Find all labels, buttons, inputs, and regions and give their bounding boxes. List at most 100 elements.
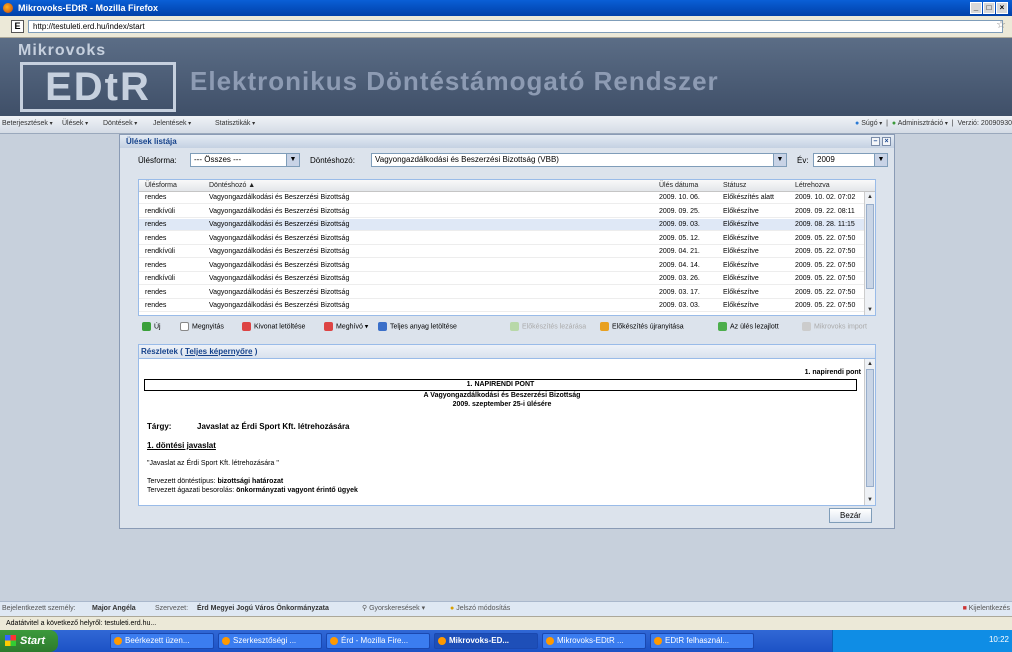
meeting-date: 2009. szeptember 25-i ülésére: [452, 401, 552, 408]
grid-scroll-thumb[interactable]: [866, 204, 874, 289]
grid-toolbar: Új Megnyitás Kivonat letöltése Meghívó ▾…: [138, 318, 876, 336]
restart-prep-button[interactable]: Előkészítés újranyitása: [600, 322, 684, 331]
main-menu: Beterjesztések Ülések Döntések Jelentése…: [0, 116, 1012, 134]
close-prep-button[interactable]: Előkészítés lezárása: [510, 322, 586, 331]
category-label: Tervezett ágazati besorolás:: [147, 487, 235, 494]
table-cell: 2009. 04. 21.: [659, 248, 700, 255]
scroll-up-icon[interactable]: ▲: [866, 360, 874, 368]
open-button[interactable]: Megnyitás: [180, 322, 224, 331]
table-cell: 2009. 05. 22. 07:50: [795, 302, 856, 309]
table-cell: Vagyongazdálkodási és Beszerzési Bizotts…: [209, 194, 350, 201]
invite-button-label: Meghívó: [336, 323, 363, 331]
col-header-date[interactable]: Ülés dátuma: [659, 182, 698, 189]
quicksearch-label: Gyorskeresések: [369, 605, 420, 612]
logout-link[interactable]: ■ Kijelentkezés: [963, 602, 1010, 616]
decision-type-line: Tervezett döntéstípus: bizottsági határo…: [147, 478, 283, 485]
proposal-heading: 1. döntési javaslat: [147, 441, 216, 450]
table-row[interactable]: rendes Vagyongazdálkodási és Beszerzési B…: [139, 233, 865, 245]
url-input[interactable]: http://testuleti.erd.hu/index/start: [28, 20, 1003, 33]
details-scrollbar[interactable]: ▲ ▼: [864, 359, 875, 505]
menu-ulesek[interactable]: Ülések: [62, 120, 88, 127]
import-button[interactable]: Mikrovoks import: [802, 322, 867, 331]
table-row[interactable]: rendes Vagyongazdálkodási és Beszerzési B…: [139, 260, 865, 272]
task-button-3[interactable]: Érd - Mozilla Fire...: [326, 633, 430, 649]
browser-status-bar: Adatátvitel a következő helyről: testule…: [0, 616, 1012, 630]
logout-label: Kijelentkezés: [968, 605, 1010, 612]
table-cell: 2009. 05. 22. 07:50: [795, 275, 856, 282]
panel-close-icon[interactable]: ×: [882, 137, 891, 146]
table-cell: 2009. 03. 03.: [659, 302, 700, 309]
close-window-button[interactable]: ×: [996, 2, 1008, 14]
col-header-created[interactable]: Létrehozva: [795, 182, 830, 189]
panel-minimize-icon[interactable]: –: [871, 137, 880, 146]
table-row[interactable]: rendkívüli Vagyongazdálkodási és Beszerzé…: [139, 273, 865, 285]
invite-button[interactable]: Meghívó ▾: [324, 322, 368, 331]
app-icon: [222, 637, 230, 645]
scroll-up-icon[interactable]: ▲: [866, 193, 874, 201]
year-select[interactable]: 2009 ▼: [813, 153, 888, 167]
agenda-box: 1. NAPIRENDI PONT: [144, 379, 857, 391]
start-button[interactable]: Start: [0, 630, 58, 652]
table-cell: Előkészítve: [723, 261, 759, 269]
check-icon: [510, 322, 519, 331]
menu-beterjesztesek[interactable]: Beterjesztések: [2, 120, 53, 127]
maximize-button[interactable]: □: [983, 2, 995, 14]
restart-prep-label: Előkészítés újranyitása: [612, 323, 684, 331]
decider-select[interactable]: Vagyongazdálkodási és Beszerzési Bizotts…: [371, 153, 787, 167]
excerpt-button[interactable]: Kivonat letöltése: [242, 322, 305, 331]
fullscreen-link[interactable]: Teljes képernyőre: [185, 347, 252, 356]
task-label-1: Beérkezett üzen...: [125, 636, 190, 645]
type-select[interactable]: --- Összes --- ▼: [190, 153, 300, 167]
table-cell: 2009. 05. 12.: [659, 234, 700, 242]
task-button-4[interactable]: Mikrovoks-ED...: [434, 633, 538, 649]
menu-statisztikak[interactable]: Statisztikák: [215, 120, 255, 127]
table-cell: Vagyongazdálkodási és Beszerzési Bizotts…: [209, 207, 350, 215]
menu-jelentesek[interactable]: Jelentések: [153, 120, 191, 127]
new-button[interactable]: Új: [142, 322, 161, 331]
type-label: Ülésforma:: [138, 156, 177, 165]
details-scroll-thumb[interactable]: [866, 369, 874, 487]
chevron-down-icon: ▼: [286, 154, 299, 166]
details-header: Részletek ( Teljes képernyőre ): [139, 345, 875, 359]
firefox-icon: [3, 3, 13, 13]
col-header-status[interactable]: Státusz: [723, 182, 746, 189]
table-row[interactable]: rendkívüli Vagyongazdálkodási és Beszerzé…: [139, 246, 865, 258]
full-download-button[interactable]: Teljes anyag letöltése: [378, 322, 457, 331]
table-row[interactable]: rendes Vagyongazdálkodási és Beszerzési B…: [139, 300, 865, 312]
full-download-label: Teljes anyag letöltése: [390, 323, 457, 331]
chevron-down-icon: ▼: [874, 154, 887, 166]
col-header-decider[interactable]: Döntéshozó ▲: [209, 182, 255, 189]
decider-label: Döntéshozó:: [310, 156, 355, 165]
table-cell: Vagyongazdálkodási és Beszerzési Bizotts…: [209, 248, 350, 255]
quicksearch-menu[interactable]: ⚲ Gyorskeresések ▾: [362, 602, 425, 616]
url-bar: E http://testuleti.erd.hu/index/start ☆: [0, 16, 1012, 38]
password-change-link[interactable]: ● Jelszó módosítás: [450, 602, 510, 616]
table-row[interactable]: rendes Vagyongazdálkodási és Beszerzési B…: [139, 219, 865, 231]
chevron-down-icon: ▼: [773, 154, 786, 166]
task-label-4: Mikrovoks-ED...: [449, 636, 510, 645]
open-button-label: Megnyitás: [192, 323, 224, 331]
bookmark-star-icon[interactable]: ☆: [996, 18, 1006, 31]
filter-bar: Ülésforma: --- Összes --- ▼ Döntéshozó: …: [120, 149, 894, 173]
table-row[interactable]: rendes Vagyongazdálkodási és Beszerzési B…: [139, 287, 865, 299]
task-button-1[interactable]: Beérkezett üzen...: [110, 633, 214, 649]
scroll-down-icon[interactable]: ▼: [866, 496, 874, 504]
col-header-type[interactable]: Ülésforma: [145, 182, 177, 189]
plus-icon: [142, 322, 151, 331]
menu-admin[interactable]: Adminisztráció: [898, 120, 948, 127]
task-button-2[interactable]: Szerkesztőségi ...: [218, 633, 322, 649]
close-button[interactable]: Bezár: [829, 508, 872, 523]
scroll-down-icon[interactable]: ▼: [866, 306, 874, 314]
menu-help[interactable]: Súgó: [861, 120, 882, 127]
table-cell: Vagyongazdálkodási és Beszerzési Bizotts…: [209, 234, 350, 242]
task-button-5[interactable]: Mikrovoks-EDtR ...: [542, 633, 646, 649]
table-row[interactable]: rendes Vagyongazdálkodási és Beszerzési B…: [139, 192, 865, 204]
menu-dontesek[interactable]: Döntések: [103, 120, 137, 127]
grid-scrollbar[interactable]: ▲ ▼: [864, 192, 875, 315]
meeting-closed-button[interactable]: Az ülés lezajlott: [718, 322, 779, 331]
task-button-6[interactable]: EDtR felhasznál...: [650, 633, 754, 649]
word-icon: [654, 637, 662, 645]
table-row[interactable]: rendkívüli Vagyongazdálkodási és Beszerzé…: [139, 206, 865, 218]
minimize-button[interactable]: _: [970, 2, 982, 14]
new-button-label: Új: [154, 323, 161, 331]
